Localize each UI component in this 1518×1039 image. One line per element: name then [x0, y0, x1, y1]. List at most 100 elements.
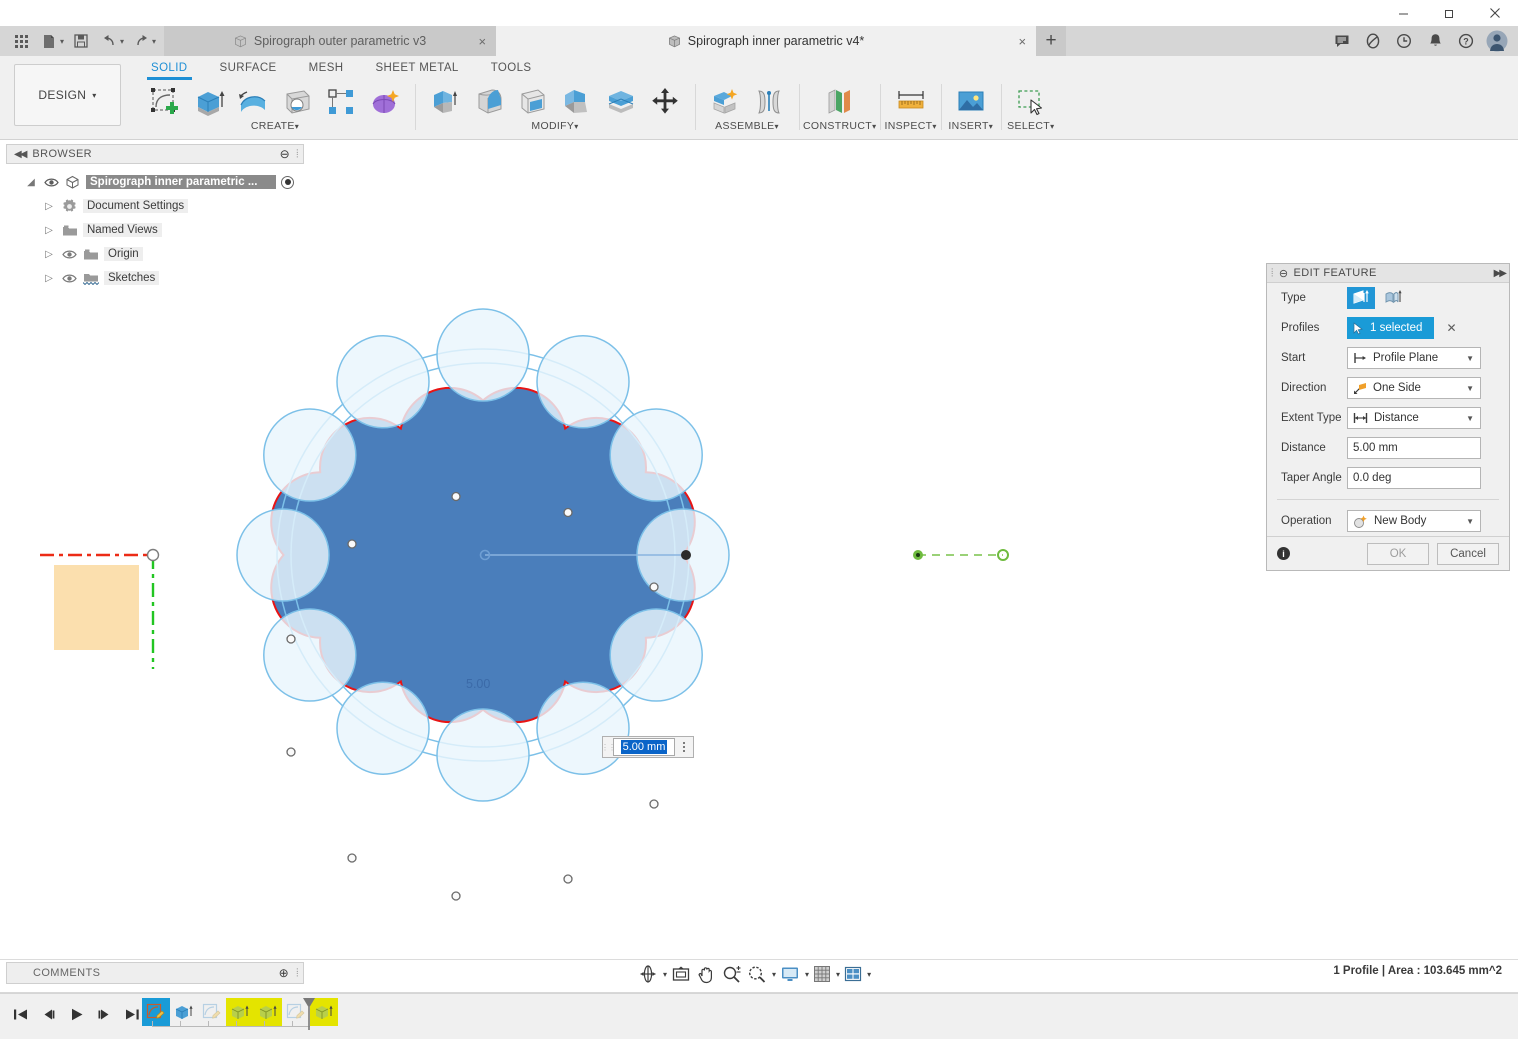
- help-icon[interactable]: ?: [1451, 27, 1481, 55]
- comments-add-icon[interactable]: ⊕: [279, 966, 296, 980]
- fillet-icon[interactable]: [469, 82, 509, 122]
- joint-icon[interactable]: [749, 82, 789, 122]
- sketches-expander[interactable]: ▷: [42, 273, 56, 284]
- browser-resize-grip[interactable]: ⦙: [296, 148, 303, 161]
- fit-icon[interactable]: [745, 961, 769, 987]
- ribbon-tab-surface[interactable]: SURFACE: [204, 60, 293, 76]
- dimension-input-box[interactable]: ⋮⋮ 5.00 mm: [602, 736, 694, 758]
- dimension-options-button[interactable]: [675, 742, 693, 752]
- info-icon[interactable]: i: [1277, 547, 1290, 560]
- close-button[interactable]: [1472, 0, 1518, 26]
- ribbon-tab-sheet-metal[interactable]: SHEET METAL: [359, 60, 474, 76]
- redo-icon[interactable]: [128, 28, 154, 54]
- insert-caret[interactable]: ▾: [989, 122, 993, 131]
- surface-extrude-icon[interactable]: [1379, 287, 1407, 309]
- create-caret[interactable]: ▾: [295, 122, 299, 131]
- grid-snaps-icon[interactable]: [811, 961, 833, 987]
- modify-caret[interactable]: ▾: [574, 122, 578, 131]
- operation-caret-icon[interactable]: ▼: [1466, 517, 1474, 526]
- browser-root-visibility-icon[interactable]: [43, 177, 59, 188]
- comments-panel-header[interactable]: COMMENTS ⊕ ⦙: [6, 962, 304, 984]
- workspace-switcher[interactable]: DESIGN ▾: [14, 64, 121, 126]
- dialog-drag-grip[interactable]: ⦙: [1271, 267, 1274, 280]
- zoom-icon[interactable]: [720, 961, 743, 987]
- document-tab-1-close[interactable]: ×: [1018, 34, 1026, 49]
- step-forward-icon[interactable]: [92, 1000, 117, 1028]
- document-tab-0[interactable]: Spirograph outer parametric v3 ×: [164, 26, 496, 56]
- distance-input[interactable]: 5.00 mm: [1347, 437, 1481, 459]
- profile-extrude-icon[interactable]: [1347, 287, 1375, 309]
- data-panel-icon[interactable]: [1358, 27, 1388, 55]
- select-caret[interactable]: ▾: [1050, 122, 1054, 131]
- timeline-extrude-2[interactable]: [226, 998, 254, 1026]
- extent-type-dropdown[interactable]: Distance ▼: [1347, 407, 1481, 429]
- fit-caret[interactable]: ▾: [772, 970, 776, 979]
- browser-item-sketches[interactable]: ▷ Sketches: [6, 266, 304, 290]
- dialog-expand-icon[interactable]: ▶▶: [1494, 268, 1505, 279]
- extrude-icon[interactable]: [189, 82, 229, 122]
- browser-minimize-icon[interactable]: ⊖: [280, 147, 296, 161]
- document-tab-0-close[interactable]: ×: [478, 34, 486, 49]
- go-to-beginning-icon[interactable]: [8, 1000, 33, 1028]
- comments-resize-grip[interactable]: ⦙: [296, 967, 303, 980]
- new-file-caret[interactable]: ▾: [60, 37, 64, 46]
- dialog-collapse-icon[interactable]: ⊖: [1279, 267, 1289, 280]
- timeline-extrude-3[interactable]: [254, 998, 282, 1026]
- direction-caret-icon[interactable]: ▼: [1466, 384, 1474, 393]
- save-icon[interactable]: [68, 28, 94, 54]
- orbit-caret[interactable]: ▾: [663, 970, 667, 979]
- inspect-caret[interactable]: ▾: [932, 122, 936, 131]
- named-views-expander[interactable]: ▷: [42, 225, 56, 236]
- assemble-caret[interactable]: ▾: [775, 122, 779, 131]
- viewports-caret[interactable]: ▾: [867, 970, 871, 979]
- revolve-icon[interactable]: [233, 82, 273, 122]
- browser-item-document-settings[interactable]: ▷ Document Settings: [6, 194, 304, 218]
- viewports-icon[interactable]: [842, 961, 864, 987]
- look-at-icon[interactable]: [669, 961, 693, 987]
- timeline-sketch-1[interactable]: [142, 998, 170, 1026]
- timeline-sketch-2[interactable]: [198, 998, 226, 1026]
- measure-icon[interactable]: [891, 82, 931, 122]
- job-status-icon[interactable]: [1389, 27, 1419, 55]
- profiles-clear-button[interactable]: ✕: [1446, 321, 1456, 335]
- comments-icon[interactable]: [1327, 27, 1357, 55]
- origin-visibility-icon[interactable]: [61, 249, 77, 260]
- new-tab-button[interactable]: +: [1036, 26, 1066, 56]
- dimension-input-field[interactable]: 5.00 mm: [613, 738, 675, 756]
- browser-root-activate-radio[interactable]: [281, 176, 294, 189]
- grid-snaps-caret[interactable]: ▾: [836, 970, 840, 979]
- rectangular-pattern-icon[interactable]: [321, 82, 361, 122]
- direction-dropdown[interactable]: One Side ▼: [1347, 377, 1481, 399]
- extent-type-caret-icon[interactable]: ▼: [1466, 414, 1474, 423]
- display-settings-caret[interactable]: ▾: [805, 970, 809, 979]
- sketches-visibility-icon[interactable]: [61, 273, 77, 284]
- minimize-button[interactable]: [1380, 0, 1426, 26]
- combine-icon[interactable]: [601, 82, 641, 122]
- cancel-button[interactable]: Cancel: [1437, 543, 1499, 565]
- undo-icon[interactable]: [96, 28, 122, 54]
- ribbon-tab-mesh[interactable]: MESH: [293, 60, 360, 76]
- draft-icon[interactable]: [557, 82, 597, 122]
- account-avatar[interactable]: [1482, 27, 1512, 55]
- ribbon-tab-solid[interactable]: SOLID: [135, 60, 204, 76]
- construct-caret[interactable]: ▾: [872, 122, 876, 131]
- browser-item-root[interactable]: ◢ Spirograph inner parametric ...: [6, 170, 304, 194]
- select-window-icon[interactable]: [1011, 82, 1051, 122]
- offset-plane-icon[interactable]: [820, 82, 860, 122]
- orbit-icon[interactable]: [636, 961, 660, 987]
- document-settings-expander[interactable]: ▷: [42, 201, 56, 212]
- browser-item-origin[interactable]: ▷ Origin: [6, 242, 304, 266]
- document-tab-1[interactable]: Spirograph inner parametric v4* ×: [496, 26, 1036, 56]
- browser-root-expander[interactable]: ◢: [24, 177, 38, 188]
- step-back-icon[interactable]: [36, 1000, 61, 1028]
- play-icon[interactable]: [64, 1000, 89, 1028]
- insert-image-icon[interactable]: [951, 82, 991, 122]
- press-pull-icon[interactable]: [425, 82, 465, 122]
- shell-icon[interactable]: [513, 82, 553, 122]
- hole-icon[interactable]: [277, 82, 317, 122]
- browser-item-named-views[interactable]: ▷ Named Views: [6, 218, 304, 242]
- browser-collapse-icon[interactable]: ◀◀: [7, 149, 32, 160]
- start-caret-icon[interactable]: ▼: [1466, 354, 1474, 363]
- timeline-extrude-1[interactable]: [170, 998, 198, 1026]
- app-grid-icon[interactable]: [8, 28, 34, 54]
